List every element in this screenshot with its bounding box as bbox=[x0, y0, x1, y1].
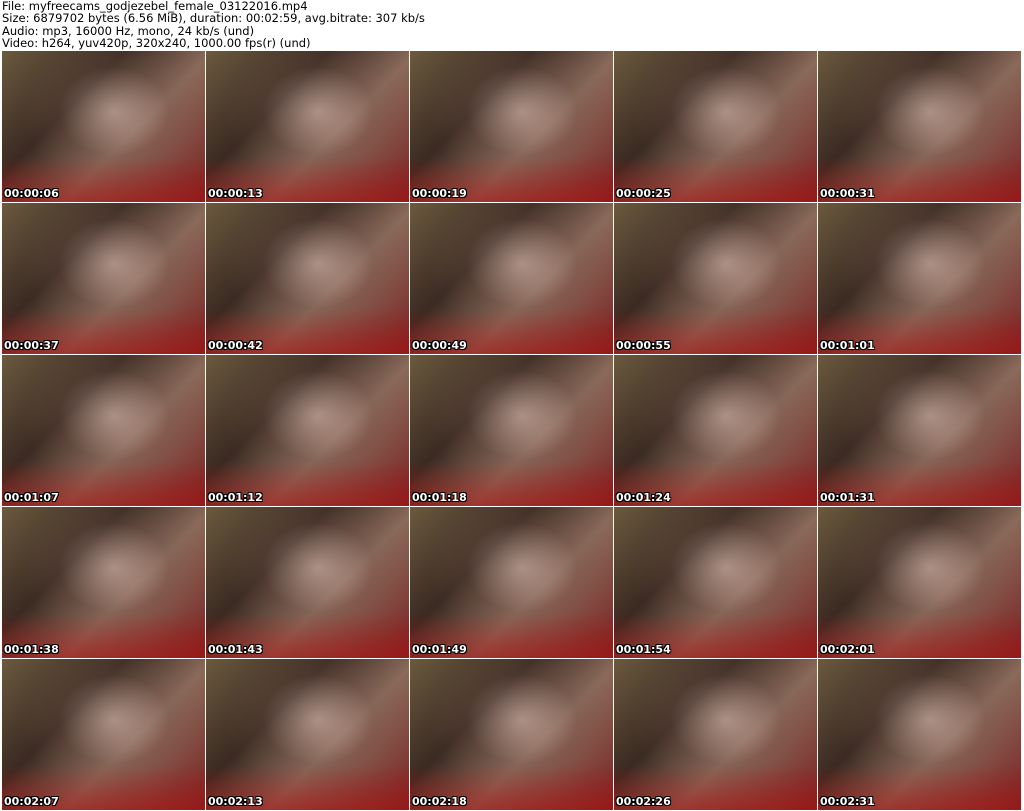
timestamp-label: 00:02:26 bbox=[616, 795, 671, 808]
video-thumbnail: 00:00:31 bbox=[818, 51, 1021, 202]
video-thumbnail: 00:02:26 bbox=[614, 659, 817, 810]
video-thumbnail: 00:01:31 bbox=[818, 355, 1021, 506]
timestamp-label: 00:00:19 bbox=[412, 187, 467, 200]
video-thumbnail: 00:02:31 bbox=[818, 659, 1021, 810]
video-thumbnail: 00:00:49 bbox=[410, 203, 613, 354]
video-thumbnail: 00:00:19 bbox=[410, 51, 613, 202]
video-thumbnail: 00:02:07 bbox=[2, 659, 205, 810]
timestamp-label: 00:01:31 bbox=[820, 491, 875, 504]
timestamp-label: 00:02:31 bbox=[820, 795, 875, 808]
timestamp-label: 00:01:24 bbox=[616, 491, 671, 504]
timestamp-label: 00:00:06 bbox=[4, 187, 59, 200]
video-thumbnail: 00:02:18 bbox=[410, 659, 613, 810]
file-size-info: Size: 6879702 bytes (6.56 MiB), duration… bbox=[2, 11, 425, 26]
video-thumbnail: 00:01:01 bbox=[818, 203, 1021, 354]
thumbnail-grid: 00:00:06 00:00:13 00:00:19 00:00:25 00:00:31… bbox=[2, 51, 1021, 810]
video-thumbnail: 00:01:54 bbox=[614, 507, 817, 658]
video-thumbnail: 00:00:42 bbox=[206, 203, 409, 354]
timestamp-label: 00:01:12 bbox=[208, 491, 263, 504]
video-thumbnail: 00:01:18 bbox=[410, 355, 613, 506]
timestamp-label: 00:00:31 bbox=[820, 187, 875, 200]
video-info: Video: h264, yuv420p, 320x240, 1000.00 f… bbox=[2, 35, 311, 50]
timestamp-label: 00:02:13 bbox=[208, 795, 263, 808]
video-thumbnail: 00:00:06 bbox=[2, 51, 205, 202]
video-thumbnail: 00:00:55 bbox=[614, 203, 817, 354]
video-thumbnail: 00:01:43 bbox=[206, 507, 409, 658]
timestamp-label: 00:02:18 bbox=[412, 795, 467, 808]
video-thumbnail: 00:01:49 bbox=[410, 507, 613, 658]
video-thumbnail: 00:01:38 bbox=[2, 507, 205, 658]
timestamp-label: 00:01:49 bbox=[412, 643, 467, 656]
timestamp-label: 00:01:07 bbox=[4, 491, 59, 504]
timestamp-label: 00:01:38 bbox=[4, 643, 59, 656]
video-thumbnail: 00:00:13 bbox=[206, 51, 409, 202]
timestamp-label: 00:00:42 bbox=[208, 339, 263, 352]
timestamp-label: 00:00:55 bbox=[616, 339, 671, 352]
file-info-header: File: myfreecams_godjezebel_female_03122… bbox=[2, 0, 425, 49]
video-thumbnail: 00:02:13 bbox=[206, 659, 409, 810]
video-thumbnail: 00:02:01 bbox=[818, 507, 1021, 658]
timestamp-label: 00:01:43 bbox=[208, 643, 263, 656]
video-thumbnail: 00:01:12 bbox=[206, 355, 409, 506]
video-thumbnail: 00:00:37 bbox=[2, 203, 205, 354]
timestamp-label: 00:00:25 bbox=[616, 187, 671, 200]
timestamp-label: 00:00:49 bbox=[412, 339, 467, 352]
timestamp-label: 00:01:54 bbox=[616, 643, 671, 656]
video-thumbnail: 00:00:25 bbox=[614, 51, 817, 202]
timestamp-label: 00:01:01 bbox=[820, 339, 875, 352]
timestamp-label: 00:02:01 bbox=[820, 643, 875, 656]
timestamp-label: 00:01:18 bbox=[412, 491, 467, 504]
timestamp-label: 00:00:37 bbox=[4, 339, 59, 352]
timestamp-label: 00:02:07 bbox=[4, 795, 59, 808]
video-thumbnail: 00:01:24 bbox=[614, 355, 817, 506]
video-thumbnail: 00:01:07 bbox=[2, 355, 205, 506]
timestamp-label: 00:00:13 bbox=[208, 187, 263, 200]
